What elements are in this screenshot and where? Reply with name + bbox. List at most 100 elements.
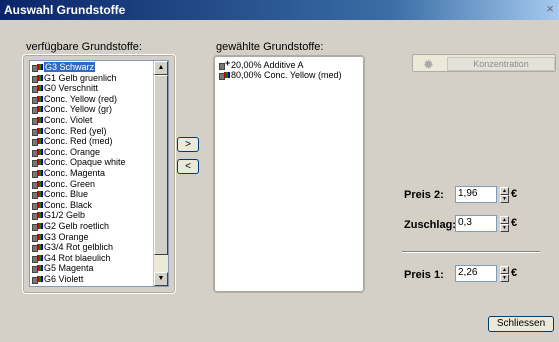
list-item[interactable]: Conc. Green	[32, 178, 96, 189]
paint-can-icon	[219, 71, 230, 80]
list-item[interactable]: G1 Gelb gruenlich	[32, 72, 117, 83]
paint-can-icon	[32, 63, 43, 72]
paint-can-icon	[32, 84, 43, 94]
preis2-label: Preis 2:	[404, 189, 444, 201]
paint-can-icon	[32, 180, 43, 189]
paint-can-icon	[32, 158, 43, 168]
list-item[interactable]: Conc. Yellow (gr)	[32, 104, 113, 115]
list-item-label: G5 Magenta	[44, 263, 94, 274]
price-separator	[402, 251, 540, 253]
list-item-label: G3/4 Rot gelblich	[44, 242, 114, 253]
zuschlag-field[interactable]: 0,3	[455, 215, 497, 232]
list-item-label: G1/2 Gelb	[44, 210, 86, 221]
list-item[interactable]: Conc. Yellow (red)	[32, 93, 118, 104]
chosen-item-label: 80,00% Conc. Yellow (med)	[231, 70, 342, 80]
list-item-label: Conc. Violet	[44, 115, 93, 125]
preis2-field[interactable]: 1,96	[455, 186, 497, 203]
list-item[interactable]: Conc. Orange	[32, 146, 101, 157]
available-list[interactable]: G3 Schwarz G1 Gelb gruenlich G0 Verschnitt…	[29, 60, 169, 287]
list-item-label: Conc. Blue	[44, 189, 89, 200]
window-title: Auswahl Grundstoffe	[4, 3, 126, 17]
list-item-label: G3 Schwarz	[44, 62, 96, 72]
list-item-label: Conc. Yellow (red)	[44, 93, 118, 104]
paint-can-icon	[32, 233, 43, 242]
list-item[interactable]: Conc. Blue	[32, 189, 89, 200]
chosen-item[interactable]: 80,00% Conc. Yellow (med)	[219, 71, 342, 80]
list-item[interactable]: G3 Schwarz	[32, 62, 96, 72]
paint-can-icon	[32, 74, 43, 83]
available-label: verfügbare Grundstoffe:	[26, 41, 142, 53]
list-item-label: G4 Rot blaeulich	[44, 252, 111, 263]
list-item[interactable]: Conc. Violet	[32, 116, 92, 125]
preis1-currency: €	[511, 267, 518, 279]
list-item[interactable]: G6 Violett	[32, 275, 83, 284]
chosen-list[interactable]: +20,00% Additive A 80,00% Conc. Yellow (m…	[213, 55, 365, 293]
list-item-label: Conc. Orange	[44, 146, 101, 157]
paint-can-icon	[32, 116, 43, 125]
zuschlag-label: Zuschlag:	[404, 219, 456, 231]
list-item-label: G6 Violett	[44, 274, 84, 284]
list-item-label: Conc. Green	[44, 178, 96, 189]
paint-can-icon	[32, 222, 43, 231]
available-panel: G3 Schwarz G1 Gelb gruenlich G0 Verschnitt…	[22, 54, 176, 294]
paint-can-icon	[32, 254, 43, 263]
paint-can-icon	[32, 243, 43, 253]
title-bar: Auswahl Grundstoffe ×	[0, 0, 559, 20]
paint-can-icon	[32, 137, 43, 147]
zuschlag-spinner[interactable]: ▲ ▼	[500, 216, 509, 232]
chosen-item-label: 20,00% Additive A	[231, 60, 304, 70]
scroll-down-button[interactable]: ▼	[154, 272, 168, 286]
paint-can-icon	[32, 190, 43, 200]
concentration-button[interactable]: ✹ Konzentration	[412, 54, 556, 72]
paint-can-icon	[32, 148, 43, 157]
chosen-label: gewählte Grundstoffe:	[216, 41, 324, 53]
paint-can-icon	[32, 105, 43, 115]
list-item[interactable]: G0 Verschnitt	[32, 83, 99, 94]
list-item-label: G3 Orange	[44, 231, 89, 242]
list-item[interactable]: G5 Magenta	[32, 263, 94, 274]
paint-can-icon	[32, 275, 43, 284]
gear-icon: ✹	[423, 57, 434, 72]
list-item-label: Conc. Red (yel)	[44, 125, 107, 136]
list-item[interactable]: G3/4 Rot gelblich	[32, 242, 114, 253]
paint-can-icon	[32, 127, 43, 136]
chosen-item[interactable]: +20,00% Additive A	[219, 59, 304, 70]
scroll-thumb[interactable]	[154, 75, 168, 255]
close-icon[interactable]: ×	[543, 2, 557, 16]
list-item-label: Conc. Yellow (gr)	[44, 104, 113, 115]
paint-can-icon	[32, 211, 43, 221]
paint-can-icon	[32, 169, 43, 178]
preis2-currency: €	[511, 188, 518, 200]
list-item-label: Conc. Black	[44, 199, 93, 210]
list-item-label: G1 Gelb gruenlich	[44, 72, 117, 83]
list-item[interactable]: Conc. Magenta	[32, 169, 105, 178]
list-item[interactable]: Conc. Black	[32, 199, 93, 210]
paint-can-icon	[32, 95, 43, 104]
list-item[interactable]: Conc. Red (yel)	[32, 125, 107, 136]
list-item[interactable]: G1/2 Gelb	[32, 210, 86, 221]
list-item[interactable]: Conc. Red (med)	[32, 137, 113, 147]
list-item[interactable]: G3 Orange	[32, 231, 89, 242]
list-item[interactable]: Conc. Opaque white	[32, 157, 126, 168]
list-item[interactable]: G2 Gelb roetlich	[32, 222, 109, 231]
additive-icon: +	[219, 59, 230, 70]
list-item-label: Conc. Opaque white	[44, 157, 126, 168]
scroll-up-button[interactable]: ▲	[154, 61, 168, 75]
dialog-body: verfügbare Grundstoffe: G3 Schwarz G1 Gel…	[0, 20, 559, 342]
paint-can-icon	[32, 264, 43, 274]
list-item-label: G0 Verschnitt	[44, 83, 99, 94]
preis1-field[interactable]: 2,26	[455, 265, 497, 282]
preis1-label: Preis 1:	[404, 269, 444, 281]
list-item-label: G2 Gelb roetlich	[44, 221, 110, 231]
concentration-label: Konzentration	[447, 57, 555, 71]
available-scrollbar[interactable]: ▲ ▼	[153, 61, 168, 286]
close-button[interactable]: Schliessen	[488, 316, 554, 332]
remove-button[interactable]: <	[177, 159, 199, 174]
list-item-label: Conc. Magenta	[44, 168, 106, 178]
add-button[interactable]: >	[177, 137, 199, 152]
preis2-spinner[interactable]: ▲ ▼	[500, 187, 509, 203]
preis1-spinner[interactable]: ▲ ▼	[500, 266, 509, 282]
zuschlag-currency: €	[511, 217, 518, 229]
list-item[interactable]: G4 Rot blaeulich	[32, 252, 111, 263]
paint-can-icon	[32, 201, 43, 210]
